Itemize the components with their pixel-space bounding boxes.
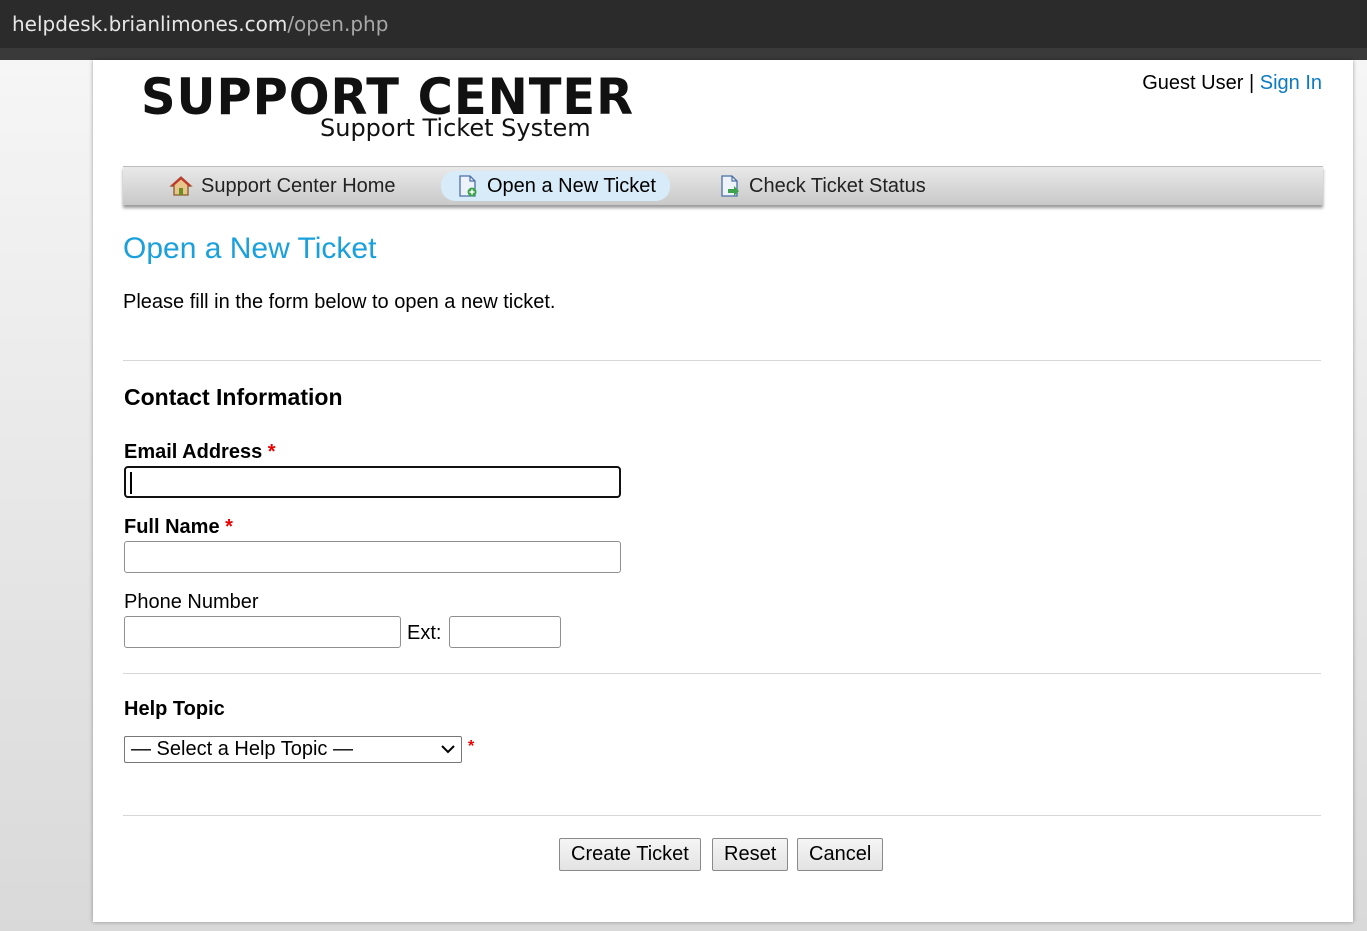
- cancel-button[interactable]: Cancel: [797, 838, 884, 871]
- required-marker: *: [225, 516, 233, 538]
- divider: [123, 815, 1321, 816]
- separator: |: [1248, 72, 1255, 94]
- nav-label: Support Center Home: [201, 175, 396, 197]
- main-nav: Support Center Home Open a New Ticket Ch…: [123, 166, 1323, 205]
- help-topic-selected: — Select a Help Topic —: [131, 738, 353, 760]
- nav-item-home[interactable]: Support Center Home: [155, 171, 410, 201]
- ext-field[interactable]: [449, 616, 561, 648]
- help-topic-select[interactable]: — Select a Help Topic —: [124, 736, 462, 763]
- url-host: helpdesk.brianlimones.com: [12, 12, 288, 36]
- fullname-label: Full Name *: [124, 516, 233, 539]
- reset-button[interactable]: Reset: [712, 838, 789, 871]
- required-marker: *: [267, 441, 276, 463]
- email-label-text: Email Address: [124, 441, 263, 463]
- ext-label: Ext:: [407, 622, 442, 644]
- guest-user-label: Guest User: [1142, 72, 1244, 94]
- required-marker: *: [468, 738, 475, 755]
- help-topic-heading: Help Topic: [124, 698, 225, 720]
- logo-subtitle: Support Ticket System: [320, 114, 591, 142]
- divider: [123, 673, 1321, 674]
- home-icon: [169, 176, 193, 196]
- contact-heading: Contact Information: [124, 384, 343, 410]
- intro-text: Please fill in the form below to open a …: [123, 291, 556, 313]
- address-bar[interactable]: helpdesk.brianlimones.com/open.php: [0, 0, 1367, 60]
- page-container: SUPPORT CENTER Support Ticket System Gue…: [93, 60, 1353, 922]
- email-label: Email Address *: [124, 441, 276, 464]
- nav-label: Open a New Ticket: [487, 175, 656, 197]
- create-ticket-button[interactable]: Create Ticket: [559, 838, 701, 871]
- page-title: Open a New Ticket: [123, 232, 377, 265]
- nav-label: Check Ticket Status: [749, 175, 926, 197]
- nav-item-new-ticket[interactable]: Open a New Ticket: [441, 171, 670, 201]
- sign-in-link[interactable]: Sign In: [1260, 72, 1322, 94]
- email-field[interactable]: [124, 466, 621, 498]
- fullname-label-text: Full Name: [124, 516, 220, 538]
- chevron-down-icon: [441, 737, 455, 770]
- phone-field[interactable]: [124, 616, 401, 648]
- phone-label: Phone Number: [124, 591, 259, 613]
- divider: [123, 360, 1321, 361]
- full-name-field[interactable]: [124, 541, 621, 573]
- nav-item-check-status[interactable]: Check Ticket Status: [703, 171, 940, 201]
- ticket-status-icon: [721, 175, 739, 197]
- url-path: /open.php: [287, 12, 389, 36]
- user-bar: Guest User | Sign In: [1142, 72, 1322, 95]
- text-cursor: [130, 472, 132, 494]
- new-ticket-icon: [459, 175, 477, 197]
